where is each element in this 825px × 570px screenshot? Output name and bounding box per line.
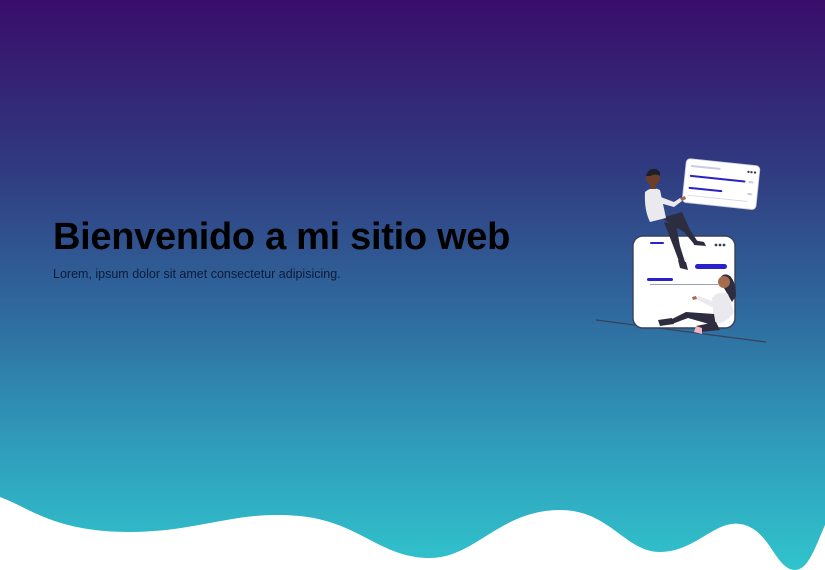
people-with-web-cards-illustration — [595, 158, 767, 343]
hero-subtitle: Lorem, ipsum dolor sit amet consectetur … — [53, 267, 341, 281]
floating-card — [681, 158, 761, 210]
hero-title: Bienvenido a mi sitio web — [53, 216, 511, 258]
hero-text-block: Bienvenido a mi sitio web Lorem, ipsum d… — [53, 214, 573, 282]
hero-section: Bienvenido a mi sitio web Lorem, ipsum d… — [0, 0, 825, 570]
bottom-wave — [0, 497, 825, 570]
